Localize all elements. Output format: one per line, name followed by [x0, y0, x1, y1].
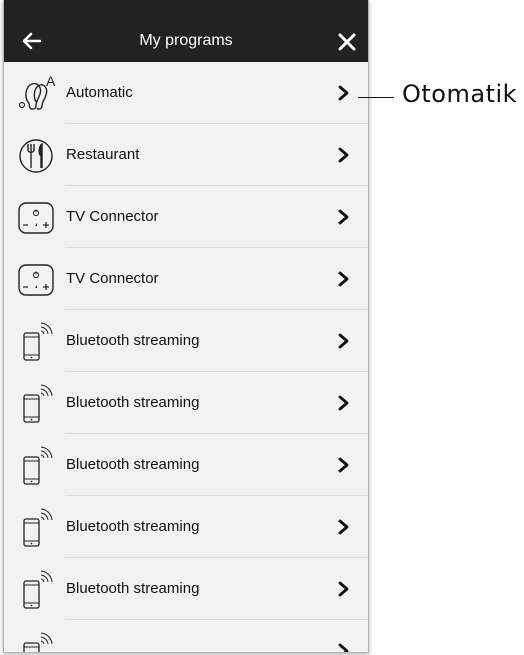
program-label: Bluetooth streaming: [66, 394, 200, 411]
program-row-tv-connector[interactable]: TV Connector: [4, 186, 368, 248]
chevron-right-icon: [338, 643, 349, 652]
bluetooth-phone-icon: [23, 446, 53, 485]
program-row-bluetooth-streaming[interactable]: Bluetooth streaming: [4, 496, 368, 558]
program-label: Bluetooth streaming: [66, 580, 200, 597]
callout-line: [358, 97, 394, 98]
program-row-bluetooth-streaming[interactable]: Bluetooth streaming: [4, 558, 368, 620]
program-label: Restaurant: [66, 146, 140, 163]
tv-connector-icon: [18, 202, 54, 234]
chevron-right-icon: [338, 147, 349, 163]
bluetooth-phone-icon: [23, 384, 53, 423]
program-row-bluetooth-streaming[interactable]: Bluetooth streaming: [4, 434, 368, 496]
tv-connector-icon: [18, 264, 54, 296]
chevron-right-icon: [338, 271, 349, 287]
bluetooth-phone-icon: [23, 632, 53, 652]
restaurant-icon: [19, 139, 53, 173]
hearing-aid-automatic-icon: A: [18, 74, 56, 110]
program-label: Bluetooth streaming: [66, 456, 200, 473]
program-label: TV Connector: [66, 270, 159, 287]
chevron-right-icon: [338, 209, 349, 225]
program-row-bluetooth-streaming[interactable]: Bluetooth streaming: [4, 310, 368, 372]
chevron-right-icon: [338, 581, 349, 597]
close-icon[interactable]: [335, 30, 359, 54]
program-row-tv-connector[interactable]: TV Connector: [4, 248, 368, 310]
chevron-right-icon: [338, 333, 349, 349]
svg-text:A: A: [46, 74, 56, 89]
program-row-automatic[interactable]: A Automatic: [4, 62, 368, 124]
program-label: Bluetooth streaming: [66, 518, 200, 535]
program-list: A Automatic Restaurant TV Connector TV C…: [4, 62, 368, 652]
program-label: TV Connector: [66, 208, 159, 225]
phone-screen: My programs A Automatic Restaurant TV Co…: [3, 0, 369, 653]
program-row-restaurant[interactable]: Restaurant: [4, 124, 368, 186]
chevron-right-icon: [338, 85, 349, 101]
callout-label: Otomatik: [402, 80, 518, 108]
chevron-right-icon: [338, 519, 349, 535]
program-row-partial[interactable]: [4, 620, 368, 652]
app-header: My programs: [4, 0, 368, 62]
chevron-right-icon: [338, 395, 349, 411]
chevron-right-icon: [338, 457, 349, 473]
bluetooth-phone-icon: [23, 570, 53, 609]
bluetooth-phone-icon: [23, 322, 53, 361]
bluetooth-phone-icon: [23, 508, 53, 547]
page-title: My programs: [139, 32, 233, 49]
program-label: Bluetooth streaming: [66, 332, 200, 349]
program-label: Automatic: [66, 84, 133, 101]
program-row-bluetooth-streaming[interactable]: Bluetooth streaming: [4, 372, 368, 434]
